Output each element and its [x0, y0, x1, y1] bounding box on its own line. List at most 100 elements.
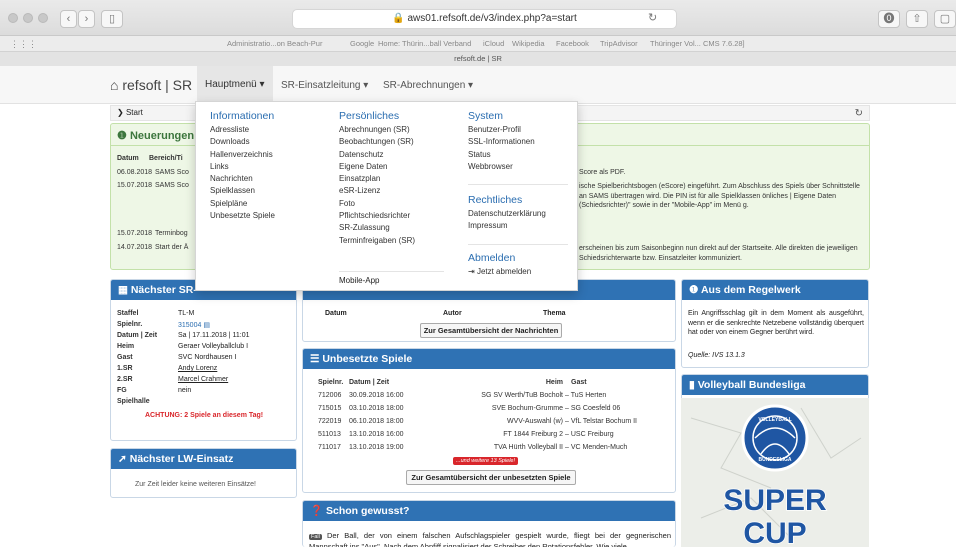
calendar-icon: ▦ [118, 284, 128, 296]
bookmark-icon: ▮ [689, 379, 695, 391]
bundesliga-header: ▮ Volleyball Bundesliga [682, 375, 868, 395]
fav-item[interactable]: iCloud [483, 39, 504, 48]
hauptmenu-dropdown: Informationen Adressliste Downloads Hall… [195, 101, 578, 291]
menu-item-datenschutz[interactable]: Datenschutz [339, 150, 415, 162]
menu-item-spielplaene[interactable]: Spielpläne [210, 199, 275, 211]
address-bar[interactable]: 🔒 aws01.refsoft.de/v3/index.php?a=start [292, 9, 677, 29]
share-icon[interactable]: ⇧ [906, 10, 928, 28]
nav-sr-einsatzleitung[interactable]: SR-Einsatzleitung ▾ [281, 80, 368, 91]
messages-overview-button[interactable]: Zur Gesamtübersicht der Nachrichten [420, 323, 562, 338]
menu-item-impressum[interactable]: Impressum [468, 221, 546, 233]
fav-item[interactable]: TripAdvisor [600, 39, 638, 48]
lock-icon: 🔒 [392, 13, 405, 24]
fav-item[interactable]: Administratio...on Beach-Pur [227, 39, 322, 48]
game-away: VC Menden-Much [570, 444, 628, 451]
unfilled-header: ☰ Unbesetzte Spiele [303, 349, 675, 369]
zoom-window-button[interactable] [38, 13, 48, 23]
game-home: SVE Bochum-Grumme [491, 405, 563, 412]
next-sr-title: Nächster SR- [130, 284, 197, 296]
logout-icon: ⇥ [468, 267, 475, 276]
rules-header: ❶ Aus dem Regelwerk [682, 280, 868, 300]
logo-text-top: VOLLEYBALL [758, 417, 791, 423]
fall-badge: Fall [309, 534, 322, 540]
menu-item-abrechnungen[interactable]: Abrechnungen (SR) [339, 125, 415, 137]
fav-item[interactable]: Facebook [556, 39, 589, 48]
game-date: 13.10.2018 16:00 [349, 431, 404, 438]
forward-icon[interactable]: › [78, 10, 95, 28]
browser-toolbar: ‹ › ▯ 🔒 aws01.refsoft.de/v3/index.php?a=… [0, 0, 956, 36]
document-icon[interactable]: ▤ [203, 322, 210, 329]
news-area: SAMS Sco [155, 169, 189, 176]
back-icon[interactable]: ‹ [60, 10, 77, 28]
game-away: TuS Herten [570, 392, 607, 399]
tabs-icon[interactable]: ▢ [934, 10, 956, 28]
breadcrumb-start[interactable]: Start [126, 108, 143, 117]
info-icon: ❶ [117, 130, 127, 142]
menu-item-webbrowser[interactable]: Webbrowser [468, 162, 535, 174]
col-datum: Datum | Zeit [349, 379, 390, 386]
referee-link[interactable]: Andy Lorenz [178, 365, 217, 372]
rules-source: Quelle: IVS 13.1.3 [688, 352, 745, 359]
menu-item-mobile-app[interactable]: Mobile-App [339, 276, 379, 285]
msg-col-date: Datum [325, 310, 347, 317]
menu-item-hallenverzeichnis[interactable]: Hallenverzeichnis [210, 150, 275, 162]
menu-item-einsatzplan[interactable]: Einsatzplan [339, 174, 415, 186]
menu-item-terminfreigaben[interactable]: Terminfreigaben (SR) [339, 236, 415, 248]
menu-item-downloads[interactable]: Downloads [210, 137, 275, 149]
fav-item[interactable]: Google [350, 39, 374, 48]
menu-item-benutzer-profil[interactable]: Benutzer-Profil [468, 125, 535, 137]
game-away: VfL Telstar Bochum II [570, 418, 637, 425]
menu-item-links[interactable]: Links [210, 162, 275, 174]
match-number-link[interactable]: 315004 [178, 322, 201, 329]
refresh-icon[interactable]: ↻ [855, 107, 863, 121]
menu-item-beobachtungen[interactable]: Beobachtungen (SR) [339, 137, 415, 149]
menu-item-esr-lizenz[interactable]: eSR-Lizenz [339, 186, 415, 198]
tab-title[interactable]: refsoft.de | SR [0, 51, 956, 66]
menu-item-eigene-daten[interactable]: Eigene Daten [339, 162, 415, 174]
grid-icon[interactable]: ⋮⋮⋮ [10, 39, 37, 50]
menu-item-datenschutzerklaerung[interactable]: Datenschutzerklärung [468, 209, 546, 221]
unfilled-overview-button[interactable]: Zur Gesamtübersicht der unbesetzten Spie… [406, 470, 576, 485]
super-cup-image[interactable]: VOLLEYBALL BUNDESLIGA SUPER CUP [681, 398, 869, 547]
news-area: Start der Ä [155, 244, 189, 251]
brand[interactable]: ⌂ refsoft | SR [110, 77, 192, 93]
menu-item-spielklassen[interactable]: Spielklassen [210, 186, 275, 198]
msg-col-topic: Thema [543, 310, 566, 317]
next-lw-header: ➚ Nächster LW-Einsatz [111, 449, 296, 469]
menu-item-foto[interactable]: Foto [339, 199, 415, 211]
news-area: SAMS Sco [155, 182, 189, 189]
fav-item[interactable]: Thüringer Vol... CMS 7.6.28] [650, 39, 745, 48]
referee-link[interactable]: Marcel Crahmer [178, 376, 228, 383]
close-window-button[interactable] [8, 13, 18, 23]
menu-item-sr-zulassung[interactable]: SR-Zulassung [339, 223, 415, 235]
home-icon: ⌂ [110, 77, 119, 93]
minimize-window-button[interactable] [23, 13, 33, 23]
menu-item-unbesetzte-spiele[interactable]: Unbesetzte Spiele [210, 211, 275, 223]
next-lw-title: Nächster LW-Einsatz [129, 453, 234, 465]
download-icon[interactable]: ⓿ [878, 10, 900, 28]
msg-col-author: Autor [443, 310, 462, 317]
kv-label: Spielhalle [117, 398, 150, 405]
kv-value: TL-M [178, 310, 195, 317]
game-nr: 715015 [318, 405, 342, 412]
reload-icon[interactable]: ↻ [648, 11, 657, 24]
menu-item-nachrichten[interactable]: Nachrichten [210, 174, 275, 186]
fav-item[interactable]: Wikipedia [512, 39, 545, 48]
menu-heading-informationen: Informationen [210, 110, 275, 122]
kv-label: 2.SR [117, 376, 133, 383]
nav-hauptmenu[interactable]: Hauptmenü ▾ [197, 66, 273, 104]
menu-item-ssl-informationen[interactable]: SSL-Informationen [468, 137, 535, 149]
did-you-know-text: Der Ball, der von einem falschen Aufschl… [309, 531, 671, 547]
menu-item-adressliste[interactable]: Adressliste [210, 125, 275, 137]
fav-item[interactable]: Home: Thürin...ball Verband [378, 39, 471, 48]
game-nr: 711017 [318, 444, 341, 451]
game-home: SG SV Werth/TuB Bocholt [481, 392, 563, 399]
nav-sr-abrechnungen[interactable]: SR-Abrechnungen ▾ [383, 80, 473, 91]
news-text: Score als PDF. [579, 169, 626, 176]
menu-item-jetzt-abmelden[interactable]: Jetzt abmelden [477, 267, 531, 276]
news-head-date: Datum [117, 155, 139, 162]
menu-item-status[interactable]: Status [468, 150, 535, 162]
menu-item-pflichtschiedsrichter[interactable]: Pflichtschiedsrichter [339, 211, 415, 223]
no-assignment-text: Zur Zeit leider keine weiteren Einsätze! [135, 481, 256, 488]
sidebar-icon[interactable]: ▯ [101, 10, 123, 28]
